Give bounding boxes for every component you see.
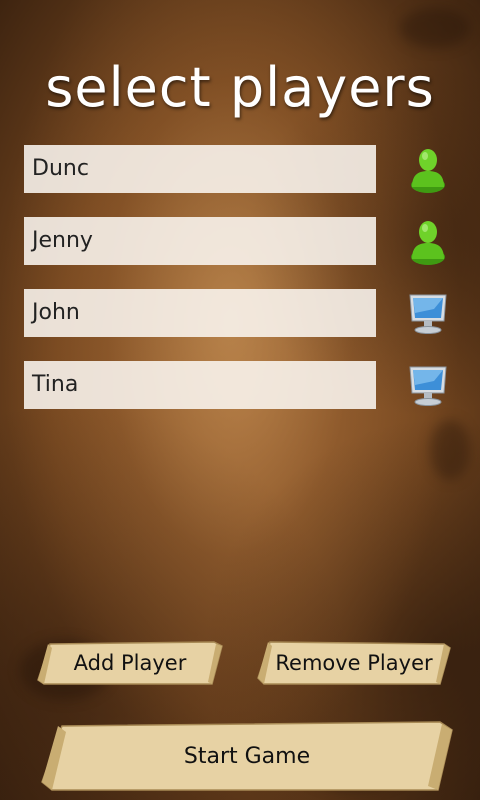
start-game-label: Start Game bbox=[183, 743, 311, 769]
player-name-field[interactable]: Jenny bbox=[24, 217, 376, 265]
player-row: Tina bbox=[24, 361, 464, 409]
remove-player-label: Remove Player bbox=[275, 651, 433, 675]
human-player-icon[interactable] bbox=[404, 217, 452, 265]
add-player-button[interactable]: Add Player bbox=[36, 640, 224, 686]
remove-player-button[interactable]: Remove Player bbox=[256, 640, 452, 686]
player-row: John bbox=[24, 289, 464, 337]
player-name-field[interactable]: Dunc bbox=[24, 145, 376, 193]
player-name-field[interactable]: John bbox=[24, 289, 376, 337]
background-stain bbox=[400, 8, 470, 48]
human-player-icon[interactable] bbox=[404, 145, 452, 193]
start-game-button[interactable]: Start Game bbox=[40, 720, 454, 792]
computer-player-icon[interactable] bbox=[404, 361, 452, 409]
player-name-field[interactable]: Tina bbox=[24, 361, 376, 409]
player-row: Jenny bbox=[24, 217, 464, 265]
player-row: Dunc bbox=[24, 145, 464, 193]
add-player-label: Add Player bbox=[73, 651, 187, 675]
computer-player-icon[interactable] bbox=[404, 289, 452, 337]
page-title: select players bbox=[45, 56, 435, 120]
background-stain bbox=[430, 420, 470, 480]
